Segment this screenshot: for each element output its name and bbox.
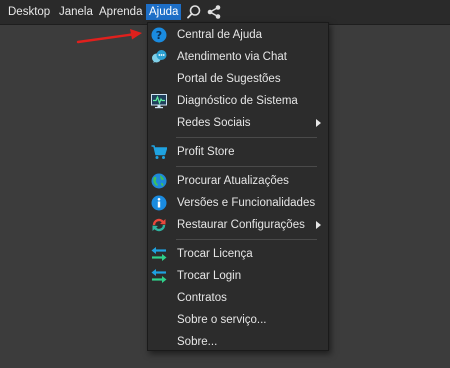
- share-icon[interactable]: [206, 4, 222, 20]
- menu-separator: [176, 166, 317, 167]
- menu-item-redes-sociais[interactable]: Redes Sociais: [148, 112, 328, 134]
- svg-text:?: ?: [156, 29, 162, 42]
- menu-ajuda[interactable]: Ajuda: [146, 4, 182, 20]
- menu-separator: [176, 239, 317, 240]
- help-dropdown-menu: ? Central de Ajuda Atendimento via Chat …: [147, 22, 329, 351]
- menu-item-label: Contratos: [177, 292, 227, 304]
- menu-item-label: Central de Ajuda: [177, 29, 263, 41]
- menu-item-label: Procurar Atualizações: [177, 175, 289, 187]
- menu-item-label: Portal de Sugestões: [177, 73, 281, 85]
- menu-item-portal-de-sugestoes[interactable]: Portal de Sugestões: [148, 68, 328, 90]
- menu-desktop[interactable]: Desktop: [5, 4, 53, 20]
- menu-item-label: Restaurar Configurações: [177, 219, 305, 231]
- search-icon[interactable]: [186, 4, 202, 20]
- shopping-cart-icon: [151, 144, 168, 160]
- submenu-arrow-icon: [316, 221, 321, 229]
- swap-arrows-icon: [151, 268, 167, 284]
- menu-item-sobre-o-servico[interactable]: Sobre o serviço...: [148, 309, 328, 331]
- annotation-arrow: [76, 29, 142, 44]
- menu-item-label: Versões e Funcionalidades: [177, 197, 316, 209]
- menu-item-label: Sobre...: [177, 336, 218, 348]
- menu-item-label: Atendimento via Chat: [177, 51, 287, 63]
- menu-item-sobre[interactable]: Sobre...: [148, 331, 328, 353]
- menu-item-trocar-licenca[interactable]: Trocar Licença: [148, 243, 328, 265]
- menu-separator: [176, 137, 317, 138]
- info-circle-icon: [151, 195, 167, 211]
- menu-item-label: Trocar Licença: [177, 248, 253, 260]
- menu-item-atendimento-via-chat[interactable]: Atendimento via Chat: [148, 46, 328, 68]
- swap-arrows-icon: [151, 246, 167, 262]
- monitor-pulse-icon: [151, 93, 167, 109]
- menu-item-central-de-ajuda[interactable]: ? Central de Ajuda: [148, 24, 328, 46]
- question-circle-icon: ?: [151, 27, 167, 43]
- menu-item-label: Sobre o serviço...: [177, 314, 267, 326]
- restore-icon: [151, 217, 167, 233]
- menu-item-procurar-atualizacoes[interactable]: Procurar Atualizações: [148, 170, 328, 192]
- menu-item-label: Profit Store: [177, 146, 235, 158]
- menu-item-label: Diagnóstico de Sistema: [177, 95, 298, 107]
- menu-item-versoes-e-funcionalidades[interactable]: Versões e Funcionalidades: [148, 192, 328, 214]
- globe-icon: [151, 173, 167, 189]
- menu-item-trocar-login[interactable]: Trocar Login: [148, 265, 328, 287]
- menu-item-contratos[interactable]: Contratos: [148, 287, 328, 309]
- submenu-arrow-icon: [316, 119, 321, 127]
- menu-aprenda[interactable]: Aprenda: [96, 4, 145, 20]
- menu-janela[interactable]: Janela: [56, 4, 96, 20]
- menu-item-restaurar-configuracoes[interactable]: Restaurar Configurações: [148, 214, 328, 236]
- menu-item-diagnostico-de-sistema[interactable]: Diagnóstico de Sistema: [148, 90, 328, 112]
- chat-bubble-icon: [151, 49, 167, 65]
- menu-item-label: Trocar Login: [177, 270, 242, 282]
- menu-item-label: Redes Sociais: [177, 117, 251, 129]
- menu-item-profit-store[interactable]: Profit Store: [148, 141, 328, 163]
